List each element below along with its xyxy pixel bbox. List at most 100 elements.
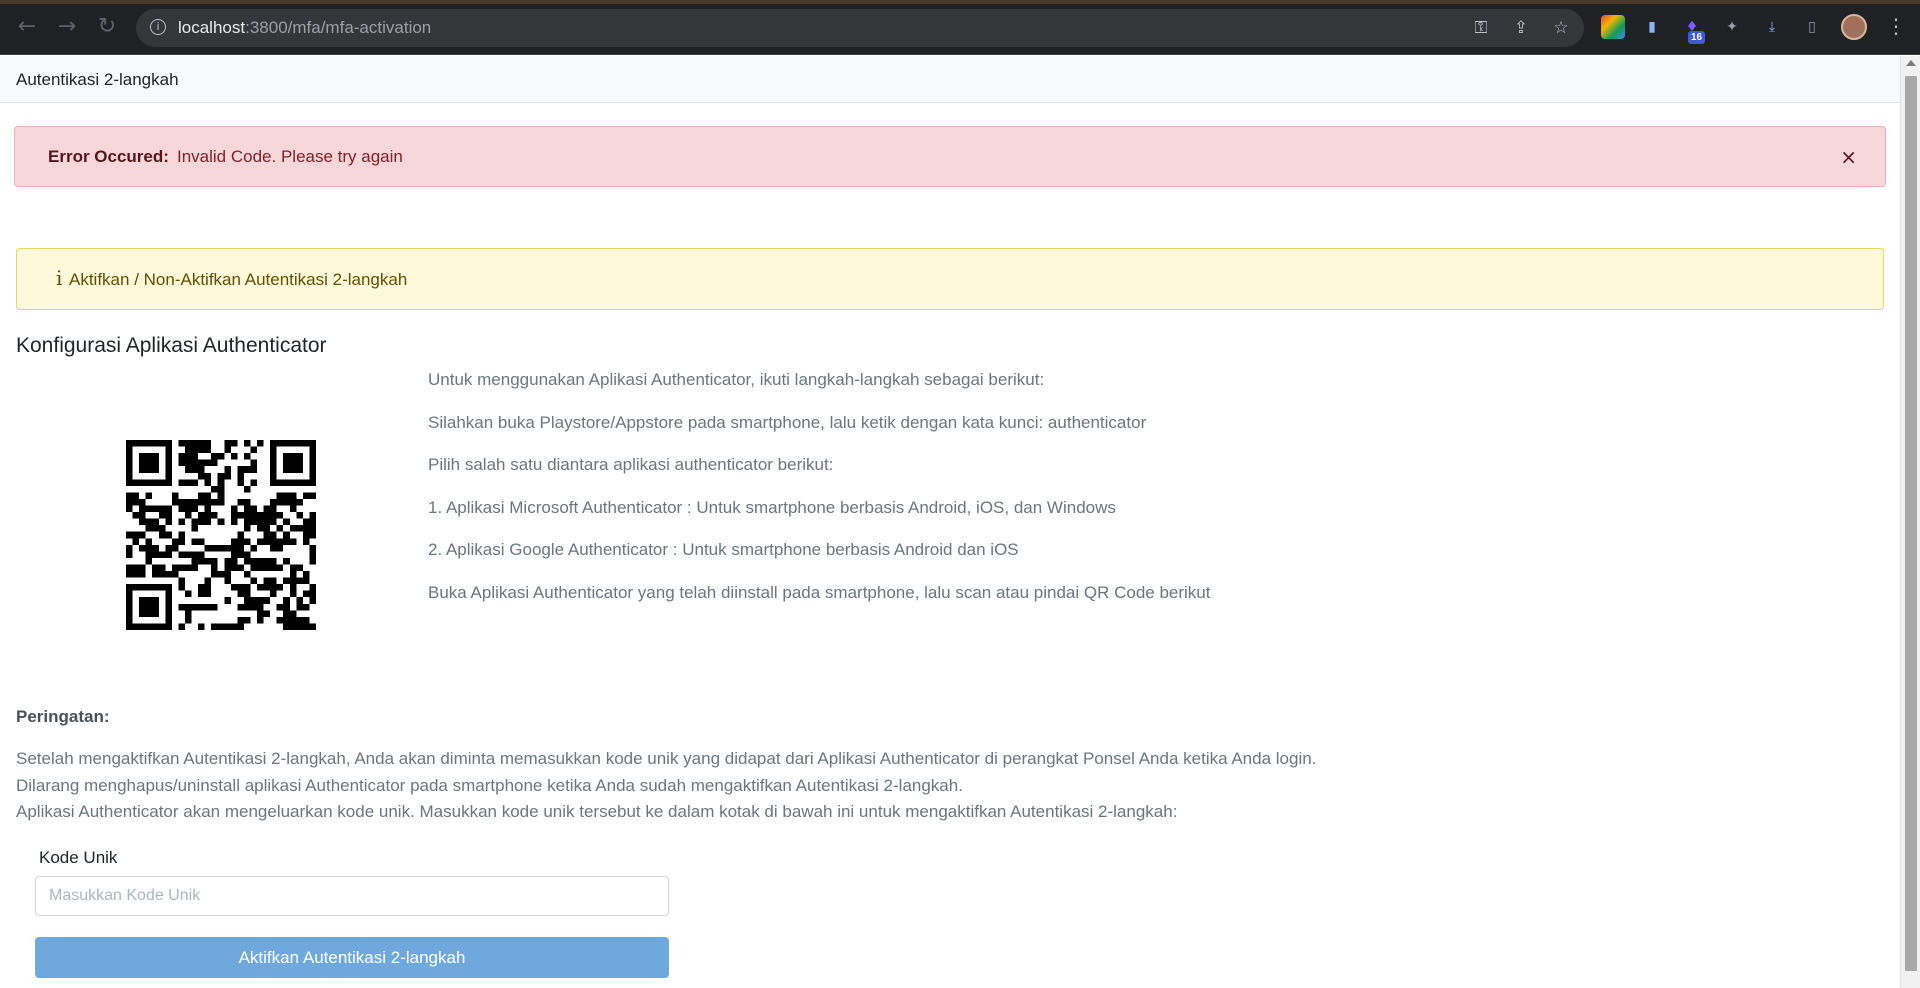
qr-module (270, 538, 277, 545)
qr-module (230, 564, 238, 572)
qr-module (165, 603, 172, 611)
scroll-up-arrow-icon[interactable] (1906, 60, 1916, 66)
qr-module (145, 610, 153, 617)
qr-module (145, 538, 153, 545)
qr-module (250, 466, 258, 473)
qr-module (237, 472, 244, 480)
qr-module (145, 492, 153, 499)
scroll-thumb[interactable] (1905, 76, 1917, 971)
qr-module (145, 584, 153, 591)
code-field-label: Kode Unik (39, 848, 118, 867)
url-text[interactable]: localhost:3800/mfa/mfa-activation (178, 18, 431, 38)
qr-module (257, 564, 264, 572)
qr-module (191, 440, 199, 447)
qr-module (224, 466, 231, 473)
qr-module (230, 505, 238, 513)
qr-module (126, 584, 133, 591)
qr-module (309, 590, 316, 598)
qr-module (184, 616, 192, 624)
qr-module (145, 518, 153, 526)
reload-icon[interactable]: ↻ (92, 12, 122, 42)
qr-module (276, 564, 284, 572)
share-icon[interactable]: ⇪ (1510, 17, 1532, 39)
instructions-list: Untuk menggunakan Aplikasi Authenticator… (428, 370, 1328, 625)
qr-module (152, 571, 159, 578)
qr-module (171, 571, 179, 578)
forward-icon[interactable]: → (52, 12, 82, 42)
qr-module (139, 512, 146, 519)
qr-module (152, 597, 159, 604)
address-bar[interactable]: i localhost:3800/mfa/mfa-activation ⚿ ⇪ … (136, 9, 1584, 47)
activate-mfa-button[interactable]: Aktifkan Autentikasi 2-langkah (35, 937, 669, 978)
qr-module (250, 512, 258, 519)
qr-module (263, 512, 271, 519)
qr-module (250, 564, 258, 572)
qr-module (257, 518, 264, 526)
qr-module (191, 538, 199, 545)
qr-module (165, 518, 172, 526)
bookmark-star-icon[interactable]: ☆ (1550, 17, 1572, 39)
qr-module (198, 440, 205, 447)
qr-module (139, 459, 146, 467)
qr-module (302, 525, 310, 532)
qr-module (309, 623, 316, 630)
qr-module (276, 492, 284, 499)
qr-module (191, 525, 199, 532)
qr-module (289, 623, 297, 630)
qr-module (270, 472, 277, 480)
close-icon[interactable]: × (1840, 145, 1857, 169)
qr-module (270, 564, 277, 572)
qr-module (152, 505, 159, 513)
qr-module (296, 498, 303, 506)
qr-module (283, 616, 290, 624)
qr-module (184, 551, 192, 558)
qr-module (126, 603, 133, 611)
qr-module (309, 518, 316, 526)
qr-module (243, 505, 251, 513)
profile-avatar[interactable] (1841, 14, 1867, 40)
qr-module (139, 571, 146, 578)
color-extension-icon[interactable] (1601, 15, 1625, 39)
qr-module (165, 616, 172, 624)
side-panel-icon[interactable]: ▯ (1800, 15, 1824, 39)
qr-module (178, 551, 185, 558)
qr-module (211, 485, 218, 493)
qr-module (204, 590, 212, 598)
qr-module (152, 564, 159, 572)
qr-module (237, 623, 244, 630)
qr-module (263, 525, 271, 532)
qr-module (171, 492, 179, 499)
qr-module (139, 440, 146, 447)
qr-module (230, 453, 238, 460)
back-icon[interactable]: ← (12, 12, 42, 42)
qr-module (126, 531, 133, 539)
qr-module (289, 616, 297, 624)
download-icon[interactable]: ⤓ (1760, 15, 1784, 39)
qr-module (217, 623, 225, 630)
qr-module (309, 479, 316, 486)
qr-module (217, 485, 225, 493)
key-icon[interactable]: ⚿ (1470, 17, 1492, 39)
puzzle-extensions-icon[interactable]: ✦ (1720, 15, 1744, 39)
unique-code-input[interactable] (35, 876, 669, 916)
qr-module (184, 453, 192, 460)
document-extension-icon[interactable]: ▮ (1640, 15, 1664, 39)
qr-module (126, 597, 133, 604)
qr-module (184, 564, 192, 572)
site-info-icon[interactable]: i (150, 19, 166, 35)
qr-module (145, 453, 153, 460)
qr-module (198, 623, 205, 630)
qr-module (302, 603, 310, 611)
qr-module (250, 446, 258, 454)
qr-module (126, 551, 133, 558)
navbar-brand[interactable]: Autentikasi 2-langkah (16, 70, 179, 90)
qr-module (145, 551, 153, 558)
qr-module (263, 531, 271, 539)
qr-module (171, 544, 179, 552)
qr-module (257, 616, 264, 624)
qr-module (126, 472, 133, 480)
menu-kebab-icon[interactable]: ⋮ (1886, 14, 1906, 38)
qr-module (283, 531, 290, 539)
page-scrollbar[interactable] (1900, 56, 1920, 988)
qr-module (191, 453, 199, 460)
